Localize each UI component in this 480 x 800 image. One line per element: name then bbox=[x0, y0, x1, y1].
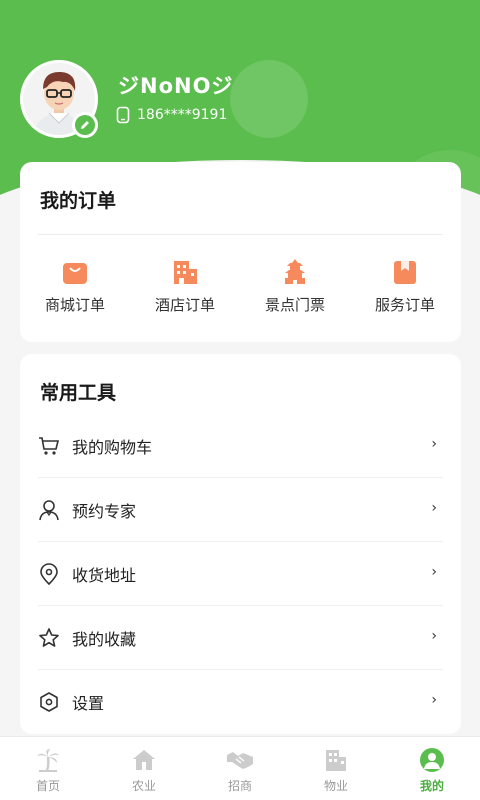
chevron-right-icon: › bbox=[431, 692, 437, 708]
pencil-icon bbox=[81, 121, 89, 129]
order-service[interactable]: 服务订单 bbox=[350, 258, 460, 315]
tool-row-favorites[interactable]: 我的收藏 › bbox=[20, 606, 461, 670]
tab-label: 农业 bbox=[131, 779, 156, 793]
order-tickets[interactable]: 景点门票 bbox=[240, 258, 350, 315]
divider bbox=[38, 234, 443, 235]
phone-number: 186****9191 bbox=[137, 107, 228, 123]
chevron-right-icon: › bbox=[431, 436, 437, 452]
order-label: 景点门票 bbox=[264, 296, 325, 314]
location-icon bbox=[40, 563, 58, 585]
tool-row-address[interactable]: 收货地址 › bbox=[20, 542, 461, 606]
orders-card: 我的订单 商城订单 酒店订单 景点门票 服务订单 bbox=[20, 162, 461, 342]
order-list: 商城订单 酒店订单 景点门票 服务订单 bbox=[20, 258, 461, 315]
order-label: 服务订单 bbox=[374, 296, 435, 314]
tool-label: 我的购物车 bbox=[72, 438, 153, 457]
phone-icon bbox=[116, 106, 130, 124]
handshake-icon bbox=[227, 752, 253, 769]
palm-tree-icon bbox=[37, 749, 59, 772]
settings-icon bbox=[40, 692, 58, 712]
tab-label: 首页 bbox=[35, 779, 60, 793]
decor-bubble bbox=[230, 60, 308, 138]
cart-icon bbox=[39, 437, 60, 455]
chevron-right-icon: › bbox=[431, 500, 437, 516]
building-icon bbox=[326, 750, 346, 771]
hotel-icon bbox=[174, 261, 197, 284]
phone-row: 186****9191 bbox=[116, 106, 227, 124]
chevron-right-icon: › bbox=[431, 564, 437, 580]
tab-agriculture[interactable]: 农业 bbox=[96, 737, 192, 800]
username: ジNoNOジ bbox=[118, 74, 234, 98]
order-label: 酒店订单 bbox=[154, 296, 215, 314]
person-icon bbox=[420, 748, 444, 772]
tools-title: 常用工具 bbox=[40, 382, 117, 404]
orders-title: 我的订单 bbox=[40, 190, 117, 212]
tool-row-cart[interactable]: 我的购物车 › bbox=[20, 414, 461, 478]
star-icon bbox=[39, 628, 59, 647]
tab-property[interactable]: 物业 bbox=[288, 737, 384, 800]
bookmark-icon bbox=[394, 261, 416, 284]
bottom-tab-bar: 首页 农业 招商 物业 我的 bbox=[0, 736, 480, 800]
tool-row-settings[interactable]: 设置 › bbox=[20, 670, 461, 734]
order-hotel[interactable]: 酒店订单 bbox=[130, 258, 240, 315]
tools-card: 常用工具 我的购物车 › 预约专家 › 收货地址 › 我的收藏 › 设置 › bbox=[20, 354, 461, 734]
tab-home[interactable]: 首页 bbox=[0, 737, 96, 800]
tab-investment[interactable]: 招商 bbox=[192, 737, 288, 800]
tool-row-expert[interactable]: 预约专家 › bbox=[20, 478, 461, 542]
edit-avatar-button[interactable] bbox=[72, 112, 98, 138]
tool-label: 预约专家 bbox=[72, 502, 137, 521]
order-label: 商城订单 bbox=[44, 296, 105, 314]
expert-icon bbox=[39, 500, 59, 521]
chevron-right-icon: › bbox=[431, 628, 437, 644]
tool-label: 收货地址 bbox=[72, 566, 137, 585]
tab-mine[interactable]: 我的 bbox=[384, 737, 480, 800]
tool-label: 我的收藏 bbox=[72, 630, 137, 649]
shopping-bag-icon bbox=[63, 263, 87, 284]
order-mall[interactable]: 商城订单 bbox=[20, 258, 130, 315]
tool-label: 设置 bbox=[72, 694, 105, 713]
pagoda-icon bbox=[285, 259, 305, 284]
house-icon bbox=[133, 750, 155, 770]
tab-label: 我的 bbox=[419, 779, 444, 793]
tab-label: 招商 bbox=[227, 779, 252, 793]
tab-label: 物业 bbox=[323, 779, 348, 793]
